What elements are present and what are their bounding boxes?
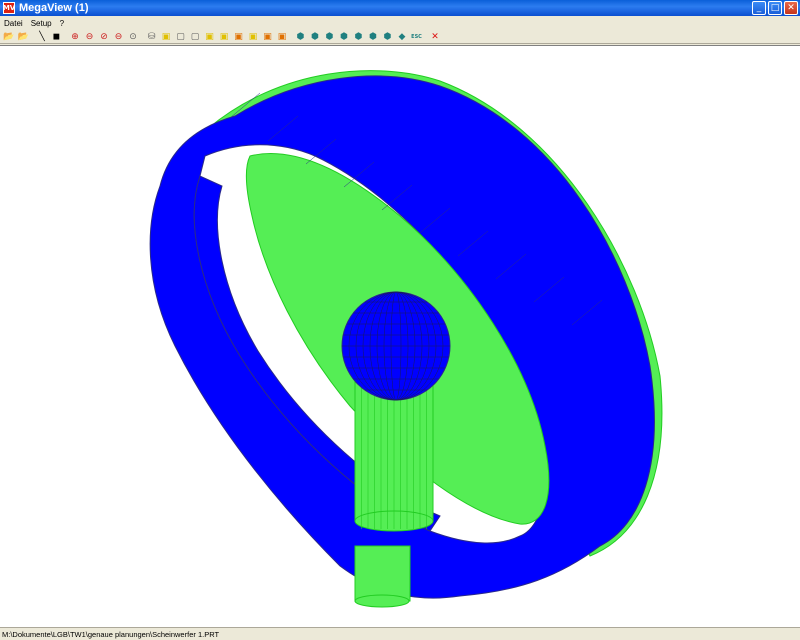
view-top-icon[interactable]: ▣ (217, 31, 231, 43)
maximize-button[interactable]: □ (768, 1, 782, 15)
view-iso-4-icon[interactable]: ▣ (275, 31, 289, 43)
minimize-button[interactable]: _ (752, 1, 766, 15)
toolbar: 📂 📂 ╲ ◼ ⊕ ⊖ ⊘ ⊖ ⊙ ⛁ ▣ ▢ ▢ ▣ ▣ ▣ ▣ ▣ ▣ ⬢ ⬢ ⬢ ⬢ ⬢ ⬢ ⬢ ◆ ESC ✕ (0, 30, 800, 44)
3d-viewport[interactable] (0, 45, 800, 627)
rotate-4-icon[interactable]: ⬢ (337, 31, 351, 43)
rotate-2-icon[interactable]: ⬢ (308, 31, 322, 43)
zoom-in-icon[interactable]: ⊕ (68, 31, 82, 43)
close-model-icon[interactable]: ✕ (428, 31, 442, 43)
model-render (149, 70, 663, 608)
zoom-all-icon[interactable]: ⊙ (126, 31, 140, 43)
rotate-7-icon[interactable]: ⬢ (381, 31, 395, 43)
support-post-lower (354, 545, 411, 602)
zoom-window-icon[interactable]: ⊘ (97, 31, 111, 43)
menu-setup[interactable]: Setup (27, 19, 56, 28)
rotate-5-icon[interactable]: ⬢ (352, 31, 366, 43)
rotate-8-icon[interactable]: ◆ (395, 31, 409, 43)
view-iso-2-icon[interactable]: ▣ (246, 31, 260, 43)
app-icon[interactable]: MV (3, 2, 15, 14)
support-post-base (354, 594, 410, 608)
rotate-6-icon[interactable]: ⬢ (366, 31, 380, 43)
view-iso-3-icon[interactable]: ▣ (261, 31, 275, 43)
menu-datei[interactable]: Datei (0, 19, 27, 28)
solid-icon[interactable]: ◼ (50, 31, 64, 43)
file-path: M:\Dokumente\LGB\TW1\genaue planungen\Sc… (2, 629, 220, 639)
wireframe-icon[interactable]: ╲ (35, 31, 49, 43)
window-title: MegaView (1) (19, 2, 89, 14)
zoom-previous-icon[interactable]: ⊖ (112, 31, 126, 43)
menu-bar: Datei Setup? (0, 16, 800, 30)
view-left-icon[interactable]: ▢ (188, 31, 202, 43)
zoom-out-icon[interactable]: ⊖ (83, 31, 97, 43)
escape-icon[interactable]: ESC (410, 31, 424, 43)
rotate-3-icon[interactable]: ⬢ (323, 31, 337, 43)
view-right-icon[interactable]: ▣ (203, 31, 217, 43)
view-front-icon[interactable]: ▣ (159, 31, 173, 43)
view-iso-1-icon[interactable]: ▣ (232, 31, 246, 43)
menu-help[interactable]: ? (56, 19, 68, 28)
close-button[interactable]: ✕ (784, 1, 798, 15)
title-bar[interactable]: MV MegaView (1) _ □ ✕ (0, 0, 800, 16)
status-bar: M:\Dokumente\LGB\TW1\genaue planungen\Sc… (0, 627, 800, 640)
view-bottom-icon[interactable]: ⛁ (145, 31, 159, 43)
app-window: MV MegaView (1) _ □ ✕ Datei Setup? 📂 📂 ╲ ◼ ⊕ ⊖… (0, 0, 800, 640)
view-back-icon[interactable]: ▢ (174, 31, 188, 43)
open-folder-alt-icon[interactable]: 📂 (17, 31, 31, 43)
open-folder-icon[interactable]: 📂 (2, 31, 16, 43)
rotate-1-icon[interactable]: ⬢ (294, 31, 308, 43)
